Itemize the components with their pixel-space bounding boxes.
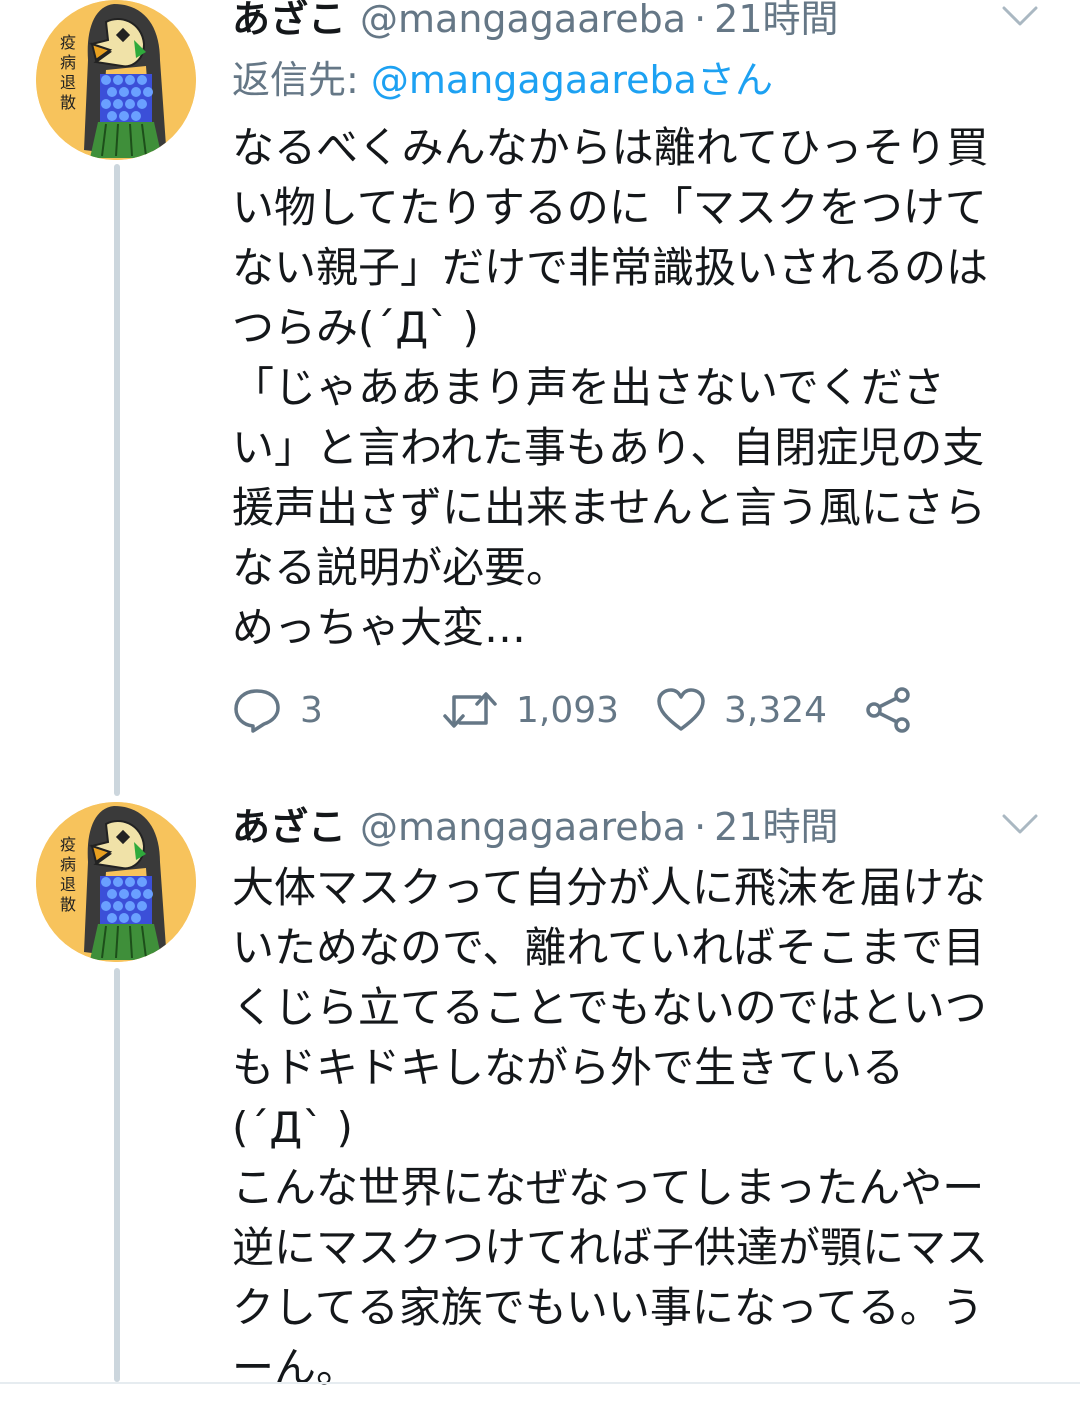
- svg-text:退: 退: [60, 875, 76, 894]
- like-count: 3,324: [724, 689, 828, 731]
- user-handle[interactable]: @mangagaareba: [360, 804, 686, 850]
- tweet-text-line: ない親子」だけで非常識扱いされるのは: [232, 243, 989, 292]
- tweet-text-line: クしてる家族でもいい事になってる。う: [232, 1283, 984, 1332]
- reply-to-handle-link[interactable]: @mangagaarebaさん: [371, 58, 773, 102]
- tweet-text-line: つらみ(´Д` ): [232, 303, 479, 352]
- retweet-count: 1,093: [516, 689, 620, 731]
- tweet-text-line: めっちゃ大変…: [232, 603, 527, 652]
- avatar[interactable]: 疫病退散: [36, 0, 196, 160]
- svg-text:病: 病: [60, 855, 76, 874]
- like-button[interactable]: 3,324: [656, 680, 827, 740]
- tweet-text-line: くじら立てることでもないのではといつ: [232, 983, 987, 1032]
- reply-count: 3: [300, 689, 323, 731]
- reply-button[interactable]: 3: [232, 680, 323, 740]
- timestamp[interactable]: 21時間: [714, 0, 838, 42]
- thread-line-1: [114, 164, 120, 796]
- svg-text:散: 散: [60, 93, 76, 112]
- tweet-text-line: い物してたりするのに「マスクをつけて: [232, 183, 987, 232]
- svg-text:疫: 疫: [60, 835, 76, 854]
- tweet-text-line: い」と言われた事もあり、自閉症児の支: [232, 423, 985, 472]
- separator-dot: ·: [694, 805, 707, 849]
- tweet-text-line: なる説明が必要。: [232, 543, 569, 592]
- reply-to-line: 返信先: @mangagaarebaさん: [232, 56, 773, 104]
- tweet-text-line: 「じゃああまり声を出さないでくださ: [232, 363, 945, 412]
- user-handle[interactable]: @mangagaareba: [360, 0, 686, 42]
- tweet-text-line: なるべくみんなからは離れてひっそり買: [232, 123, 989, 172]
- amabie-avatar-icon: 疫病退散: [36, 802, 196, 962]
- svg-text:病: 病: [60, 53, 76, 72]
- display-name[interactable]: あざこ: [232, 804, 346, 850]
- avatar[interactable]: 疫病退散: [36, 802, 196, 962]
- tweet-text-line: ーん。: [232, 1343, 359, 1392]
- tweet-header: あざこ @mangagaareba · 21時間: [232, 0, 839, 42]
- retweet-button[interactable]: 1,093: [442, 680, 619, 740]
- thread-line-2: [114, 968, 120, 1382]
- divider: [0, 1382, 1080, 1384]
- svg-text:疫: 疫: [60, 33, 76, 52]
- separator-dot: ·: [694, 0, 707, 41]
- amabie-avatar-icon: 疫病退散: [36, 0, 196, 160]
- tweet-body: なるべくみんなからは離れてひっそり買 い物してたりするのに「マスクをつけて ない…: [232, 118, 1052, 658]
- tweet-body: 大体マスクって自分が人に飛沫を届けな いためなので、離れていればそこまで目 くじ…: [232, 858, 1052, 1398]
- display-name[interactable]: あざこ: [232, 0, 346, 42]
- tweet-text-line: こんな世界になぜなってしまったんやー: [232, 1163, 985, 1212]
- tweet-text-line: 逆にマスクつけてれば子供達が顎にマス: [232, 1223, 989, 1272]
- share-button[interactable]: [864, 680, 914, 740]
- tweet-header: あざこ @mangagaareba · 21時間: [232, 804, 839, 850]
- tweet-text-line: もドキドキしながら外で生きている: [232, 1043, 905, 1092]
- tweet-text-line: 大体マスクって自分が人に飛沫を届けな: [232, 863, 986, 912]
- retweet-icon: [443, 692, 497, 728]
- reply-to-label: 返信先:: [232, 58, 359, 102]
- svg-text:退: 退: [60, 73, 76, 92]
- tweet-actions: 3 1,093 3,324: [232, 680, 952, 740]
- chevron-down-icon[interactable]: [1000, 2, 1040, 30]
- reply-icon: [234, 689, 280, 733]
- svg-text:散: 散: [60, 895, 76, 914]
- tweet-text-line: (´Д` ): [232, 1103, 353, 1152]
- share-icon: [866, 687, 910, 733]
- tweet-text-line: 援声出さずに出来ませんと言う風にさら: [232, 483, 986, 532]
- tweet-text-line: いためなので、離れていればそこまで目: [232, 923, 986, 972]
- timestamp[interactable]: 21時間: [714, 804, 838, 850]
- chevron-down-icon[interactable]: [1000, 810, 1040, 838]
- heart-icon: [657, 688, 705, 731]
